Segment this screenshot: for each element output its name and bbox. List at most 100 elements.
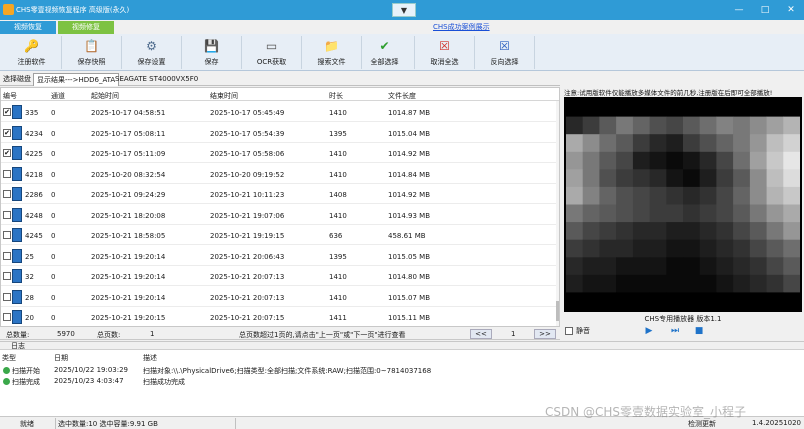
deselect-all-button[interactable]: ☒ 取消全选 — [415, 36, 475, 69]
video-file-icon — [12, 310, 22, 324]
total-value: 5970 — [57, 330, 75, 338]
invert-selection-button[interactable]: ☒ 反向选择 — [475, 36, 535, 69]
video-file-icon — [12, 105, 22, 119]
success-cases-link[interactable]: CHS成功案例展示 — [433, 22, 490, 32]
cell-id: 4234 — [25, 129, 43, 138]
save-icon: 💾 — [204, 39, 219, 53]
cell-duration: 636 — [329, 232, 343, 240]
log-entry-date: 2025/10/22 19:03:29 — [54, 366, 129, 374]
select-all-label: 全部选择 — [370, 58, 399, 66]
row-checkbox[interactable] — [3, 210, 11, 219]
row-checkbox[interactable] — [3, 231, 11, 239]
cell-id: 25 — [25, 252, 34, 261]
invert-icon: ☒ — [499, 39, 510, 53]
maximize-button[interactable]: □ — [752, 0, 778, 20]
row-checkbox[interactable]: ✔ — [3, 128, 11, 137]
cell-duration: 1395 — [329, 129, 347, 138]
save-snapshot-button[interactable]: 📋 保存快照 — [62, 36, 122, 69]
cell-end: 2025-10-17 05:58:06 — [210, 150, 285, 158]
row-checkbox[interactable] — [3, 190, 11, 198]
next-page-button[interactable]: >> — [534, 329, 556, 339]
table-row[interactable]: 25 0 2025-10-21 19:20:14 2025-10-21 20:06:4… — [1, 246, 557, 266]
col-end[interactable]: 结束时间 — [210, 91, 238, 101]
play-icon[interactable]: ▶ — [644, 326, 654, 336]
table-row[interactable]: ✔ 335 0 2025-10-17 04:58:51 2025-10-17 05:45… — [1, 102, 557, 122]
prev-page-button[interactable]: << — [470, 329, 492, 339]
next-frame-icon[interactable]: ⏭ — [670, 326, 680, 336]
cell-size: 1015.05 MB — [388, 252, 431, 261]
close-button[interactable]: ✕ — [778, 0, 804, 20]
table-row[interactable]: 4248 0 2025-10-21 18:20:08 2025-10-21 19:07… — [1, 205, 557, 225]
cell-id: 4248 — [25, 211, 43, 220]
cell-size: 1014.92 MB — [388, 191, 431, 199]
table-row[interactable]: 4218 0 2025-10-20 08:32:54 2025-10-20 09:19… — [1, 164, 557, 184]
trial-notice: 注意:试用版软件仅能播放多媒体文件的前几秒,注册版在后即可全部播放! — [564, 89, 773, 97]
video-player[interactable] — [564, 97, 802, 312]
table-row[interactable]: 4245 0 2025-10-21 18:58:05 2025-10-21 19:19… — [1, 225, 557, 245]
snapshot-icon: 📋 — [84, 39, 99, 53]
table-row[interactable]: ✔ 4225 0 2025-10-17 05:11:09 2025-10-17 05:5… — [1, 143, 557, 163]
save-label: 保存 — [204, 58, 219, 66]
scrollbar-thumb[interactable] — [556, 301, 559, 321]
key-icon: 🔑 — [24, 39, 39, 53]
cell-duration: 1410 — [329, 150, 347, 158]
cell-channel: 0 — [51, 252, 56, 261]
video-file-icon — [12, 207, 22, 222]
row-checkbox[interactable]: ✔ — [3, 108, 11, 116]
row-checkbox[interactable] — [3, 169, 11, 178]
cell-id: 4218 — [25, 170, 43, 179]
cell-start: 2025-10-21 09:24:29 — [91, 191, 166, 199]
row-checkbox[interactable] — [3, 251, 11, 260]
video-file-icon — [12, 289, 22, 304]
row-checkbox[interactable] — [3, 272, 11, 280]
video-file-icon — [12, 125, 22, 140]
mute-box[interactable] — [565, 327, 573, 335]
table-row[interactable]: 2286 0 2025-10-21 09:24:29 2025-10-21 10:11… — [1, 184, 557, 204]
row-checkbox[interactable] — [3, 292, 11, 301]
cell-start: 2025-10-21 18:20:08 — [91, 211, 166, 220]
cell-size: 1014.87 MB — [388, 109, 431, 117]
cell-size: 458.61 MB — [388, 232, 426, 240]
register-button[interactable]: 🔑 注册软件 — [2, 36, 62, 69]
collapse-ribbon-button[interactable]: ▼ — [392, 3, 416, 17]
table-scrollbar[interactable] — [556, 101, 559, 326]
save-button[interactable]: 💾 保存 — [182, 36, 242, 69]
status-divider — [235, 418, 236, 429]
mute-label: 静音 — [576, 327, 590, 335]
col-channel[interactable]: 通道 — [51, 91, 65, 101]
watermark: CSDN @CHS零壹数据实验室_小程子 — [545, 405, 747, 419]
search-file-button[interactable]: 📁 搜索文件 — [302, 36, 362, 69]
check-update-link[interactable]: 检测更新 — [688, 419, 716, 429]
col-id[interactable]: 编号 — [3, 91, 17, 101]
status-state: 就绪 — [20, 420, 34, 428]
save-settings-button[interactable]: ⚙ 保存设置 — [122, 36, 182, 69]
stop-icon[interactable]: ■ — [694, 326, 704, 336]
tab-video-recovery[interactable]: 视频恢复 — [0, 21, 56, 34]
tab-select-disk[interactable]: 选择磁盘 — [0, 73, 34, 86]
tab-results[interactable]: 显示结果--->HDD6_ATA — [33, 73, 120, 86]
cell-size: 1014.92 MB — [388, 150, 431, 158]
minimize-button[interactable]: — — [726, 0, 752, 20]
table-row[interactable]: 20 0 2025-10-21 19:20:15 2025-10-21 20:07:1… — [1, 307, 557, 326]
cell-start: 2025-10-17 05:08:11 — [91, 129, 166, 138]
mute-checkbox[interactable]: 静音 — [565, 326, 590, 336]
col-duration[interactable]: 时长 — [329, 91, 343, 101]
cell-channel: 0 — [51, 150, 56, 158]
title-bar: CHS零壹视频恢复程序 高级版(永久) ▼ — □ ✕ — [0, 0, 804, 20]
row-checkbox[interactable]: ✔ — [3, 149, 11, 157]
cell-end: 2025-10-17 05:45:49 — [210, 109, 285, 117]
row-checkbox[interactable] — [3, 313, 11, 321]
col-size[interactable]: 文件长度 — [388, 91, 416, 101]
table-row[interactable]: ✔ 4234 0 2025-10-17 05:08:11 2025-10-17 05:5… — [1, 123, 557, 143]
table-row[interactable]: 28 0 2025-10-21 19:20:14 2025-10-21 20:07:1… — [1, 287, 557, 307]
cell-size: 1015.11 MB — [388, 314, 431, 322]
ocr-button[interactable]: ▭ OCR获取 — [242, 36, 302, 69]
cell-start: 2025-10-21 18:58:05 — [91, 232, 166, 240]
tab-video-repair[interactable]: 视频修复 — [58, 21, 114, 34]
table-row[interactable]: 32 0 2025-10-21 19:20:14 2025-10-21 20:07:1… — [1, 266, 557, 286]
cell-channel: 0 — [51, 191, 56, 199]
col-start[interactable]: 起始时间 — [91, 91, 119, 101]
select-all-button[interactable]: ✔ 全部选择 — [355, 36, 415, 69]
cell-size: 1015.07 MB — [388, 293, 431, 302]
search-file-label: 搜索文件 — [317, 58, 346, 66]
